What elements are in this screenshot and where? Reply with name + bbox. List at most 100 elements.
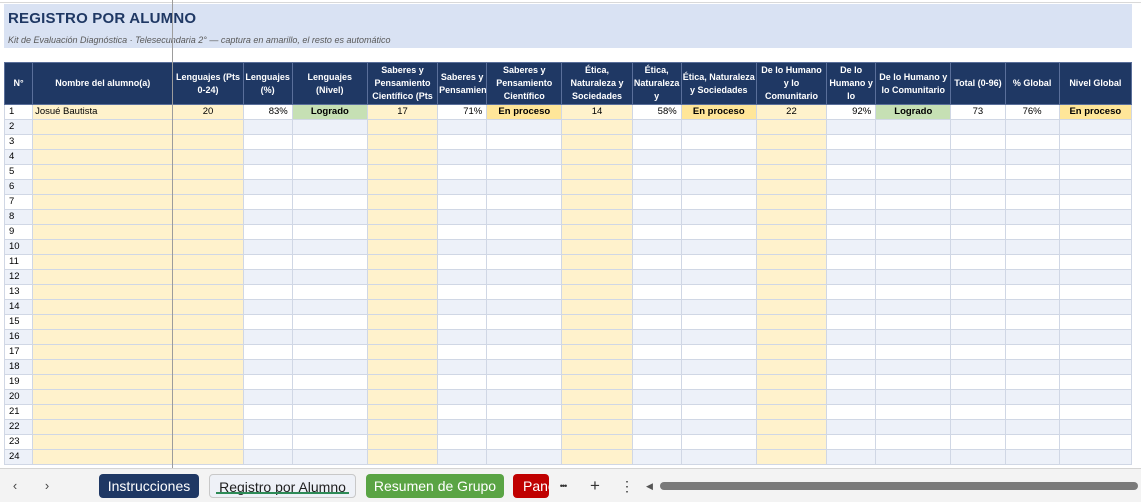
cell-eti-pct[interactable] — [631, 134, 682, 150]
column-header[interactable]: Lenguajes (Nivel) — [291, 62, 368, 105]
cell-pct-global[interactable] — [1004, 314, 1060, 330]
cell-eti-pts[interactable] — [561, 119, 633, 135]
cell-len-pct[interactable] — [242, 239, 293, 255]
cell-total[interactable] — [950, 119, 1006, 135]
cell-eti-pts[interactable] — [561, 329, 633, 345]
cell-eti-lvl[interactable] — [680, 179, 757, 195]
tab-resumen-de-grupo[interactable]: Resumen de Grupo — [366, 474, 504, 498]
cell-pct-global[interactable] — [1004, 389, 1060, 405]
cell-eti-pts[interactable] — [561, 239, 633, 255]
cell-hum-lvl[interactable] — [875, 314, 952, 330]
cell-len-pct[interactable] — [242, 359, 293, 375]
cell-sab-pct[interactable] — [437, 389, 488, 405]
cell-eti-pts[interactable] — [561, 149, 633, 165]
cell-len-pct[interactable] — [242, 194, 293, 210]
row-number-cell[interactable]: 14 — [3, 299, 34, 315]
cell-hum-lvl[interactable] — [875, 434, 952, 450]
row-number-cell[interactable]: 13 — [3, 284, 34, 300]
cell-name[interactable] — [32, 269, 174, 285]
cell-sab-lvl[interactable] — [486, 404, 563, 420]
cell-hum-lvl[interactable] — [875, 179, 952, 195]
cell-eti-lvl[interactable] — [680, 209, 757, 225]
cell-pct-global[interactable] — [1004, 344, 1060, 360]
cell-sab-lvl[interactable] — [486, 194, 563, 210]
cell-sab-pct[interactable] — [437, 314, 488, 330]
cell-total[interactable] — [950, 209, 1006, 225]
cell-hum-lvl[interactable] — [875, 209, 952, 225]
cell-eti-pct[interactable] — [631, 239, 682, 255]
cell-hum-pts[interactable] — [755, 149, 828, 165]
cell-hum-pts[interactable] — [755, 179, 828, 195]
cell-total[interactable] — [950, 374, 1006, 390]
cell-sab-lvl[interactable] — [486, 149, 563, 165]
cell-hum-pts[interactable] — [755, 269, 828, 285]
cell-name[interactable] — [32, 344, 174, 360]
cell-hum-pct[interactable] — [826, 449, 877, 465]
cell-sab-lvl[interactable] — [486, 314, 563, 330]
cell-eti-lvl[interactable] — [680, 149, 757, 165]
cell-lvl-global[interactable]: En proceso — [1058, 104, 1133, 120]
cell-eti-lvl[interactable] — [680, 119, 757, 135]
cell-total[interactable] — [950, 404, 1006, 420]
cell-eti-pts[interactable] — [561, 209, 633, 225]
cell-hum-lvl[interactable] — [875, 164, 952, 180]
cell-len-lvl[interactable] — [291, 224, 368, 240]
cell-sab-pts[interactable] — [366, 179, 439, 195]
cell-sab-lvl[interactable] — [486, 449, 563, 465]
cell-hum-pts[interactable] — [755, 209, 828, 225]
cell-lvl-global[interactable] — [1058, 254, 1133, 270]
cell-lvl-global[interactable] — [1058, 449, 1133, 465]
cell-len-pct[interactable] — [242, 254, 293, 270]
cell-hum-pct[interactable] — [826, 359, 877, 375]
cell-name[interactable]: Josué Bautista — [32, 104, 174, 120]
cell-sab-pts[interactable] — [366, 194, 439, 210]
cell-len-pts[interactable] — [172, 179, 244, 195]
more-tabs-icon[interactable]: ••• — [552, 475, 574, 497]
cell-len-lvl[interactable] — [291, 329, 368, 345]
cell-sab-lvl[interactable] — [486, 359, 563, 375]
cell-total[interactable] — [950, 344, 1006, 360]
row-number-cell[interactable]: 5 — [3, 164, 34, 180]
cell-total[interactable] — [950, 329, 1006, 345]
menu-dots-icon[interactable]: ⋮ — [616, 475, 638, 497]
cell-hum-pts[interactable] — [755, 434, 828, 450]
cell-eti-pct[interactable] — [631, 149, 682, 165]
cell-eti-pct[interactable] — [631, 359, 682, 375]
cell-sab-pct[interactable] — [437, 434, 488, 450]
cell-eti-pts[interactable] — [561, 374, 633, 390]
cell-lvl-global[interactable] — [1058, 164, 1133, 180]
cell-pct-global[interactable] — [1004, 299, 1060, 315]
cell-total[interactable] — [950, 239, 1006, 255]
cell-eti-pts[interactable] — [561, 194, 633, 210]
cell-eti-lvl[interactable] — [680, 359, 757, 375]
cell-total[interactable] — [950, 134, 1006, 150]
cell-hum-lvl[interactable] — [875, 389, 952, 405]
cell-total[interactable] — [950, 284, 1006, 300]
cell-len-lvl[interactable] — [291, 389, 368, 405]
cell-len-lvl[interactable] — [291, 209, 368, 225]
cell-total[interactable] — [950, 314, 1006, 330]
row-number-cell[interactable]: 21 — [3, 404, 34, 420]
cell-len-pts[interactable] — [172, 224, 244, 240]
cell-sab-pct[interactable] — [437, 359, 488, 375]
cell-len-pct[interactable] — [242, 434, 293, 450]
cell-sab-pts[interactable] — [366, 224, 439, 240]
cell-sab-pct[interactable] — [437, 224, 488, 240]
cell-total[interactable] — [950, 449, 1006, 465]
cell-pct-global[interactable] — [1004, 434, 1060, 450]
cell-eti-pts[interactable] — [561, 404, 633, 420]
column-header[interactable]: De lo Humano y lo Comunitario — [755, 62, 828, 105]
cell-len-lvl[interactable] — [291, 449, 368, 465]
cell-len-lvl[interactable] — [291, 149, 368, 165]
row-number-cell[interactable]: 6 — [3, 179, 34, 195]
cell-len-pts[interactable] — [172, 299, 244, 315]
row-number-cell[interactable]: 10 — [3, 239, 34, 255]
cell-lvl-global[interactable] — [1058, 299, 1133, 315]
cell-len-lvl[interactable] — [291, 314, 368, 330]
cell-hum-lvl[interactable] — [875, 449, 952, 465]
cell-eti-pct[interactable] — [631, 254, 682, 270]
cell-eti-pts[interactable] — [561, 344, 633, 360]
cell-hum-pct[interactable] — [826, 404, 877, 420]
cell-lvl-global[interactable] — [1058, 284, 1133, 300]
cell-hum-pct[interactable] — [826, 179, 877, 195]
